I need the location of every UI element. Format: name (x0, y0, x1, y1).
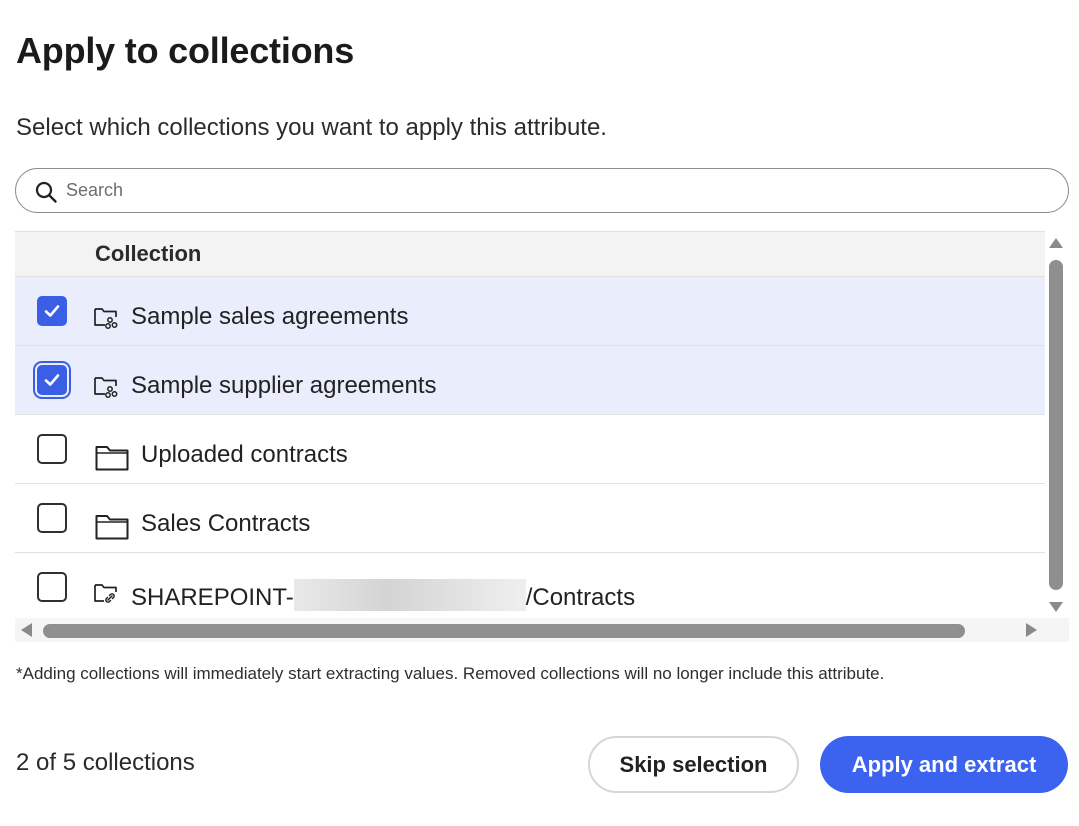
table-row[interactable]: Sample supplier agreements (15, 346, 1045, 415)
selection-count: 2 of 5 collections (16, 749, 195, 776)
row-label: SHAREPOINT- /Contracts (131, 579, 635, 612)
vertical-scroll-thumb[interactable] (1049, 260, 1063, 590)
dialog-subtitle: Select which collections you want to app… (16, 114, 607, 141)
row-checkbox[interactable] (37, 365, 67, 395)
apply-and-extract-button[interactable]: Apply and extract (820, 736, 1068, 793)
row-label: Sales Contracts (141, 510, 311, 537)
row-label-prefix: SHAREPOINT- (131, 584, 294, 611)
row-label: Sample supplier agreements (131, 372, 437, 399)
row-label-suffix: /Contracts (525, 584, 636, 611)
skip-selection-button[interactable]: Skip selection (588, 736, 799, 793)
search-field[interactable] (15, 168, 1069, 213)
horizontal-scrollbar[interactable] (15, 618, 1069, 642)
scroll-right-arrow-icon[interactable] (1026, 623, 1037, 637)
search-icon (34, 180, 58, 204)
row-checkbox[interactable] (37, 296, 67, 326)
column-header-collection: Collection (95, 241, 202, 266)
shared-folder-icon (93, 374, 119, 403)
extraction-note: *Adding collections will immediately sta… (16, 664, 885, 683)
folder-icon (95, 514, 129, 545)
scroll-up-arrow-icon[interactable] (1049, 238, 1063, 248)
collections-table: Collection Sample sales agreements Sampl… (15, 231, 1069, 642)
table-body: Sample sales agreements Sample supplier … (15, 277, 1045, 622)
row-label: Sample sales agreements (131, 303, 409, 330)
table-row[interactable]: Sales Contracts (15, 484, 1045, 553)
table-row[interactable]: Sample sales agreements (15, 277, 1045, 346)
row-checkbox[interactable] (37, 572, 67, 602)
dialog-title: Apply to collections (16, 30, 355, 71)
scroll-left-arrow-icon[interactable] (21, 623, 32, 637)
row-checkbox[interactable] (37, 503, 67, 533)
row-checkbox[interactable] (37, 434, 67, 464)
table-row[interactable]: Uploaded contracts (15, 415, 1045, 484)
shared-folder-icon (93, 305, 119, 334)
folder-icon (95, 445, 129, 476)
row-label: Uploaded contracts (141, 441, 348, 468)
redacted-region (293, 579, 526, 611)
scroll-down-arrow-icon[interactable] (1049, 602, 1063, 612)
table-header: Collection (15, 231, 1045, 277)
table-row[interactable]: SHAREPOINT- /Contracts (15, 553, 1045, 622)
vertical-scrollbar[interactable] (1045, 236, 1067, 614)
search-input[interactable] (66, 175, 1046, 206)
linked-folder-icon (93, 581, 119, 610)
horizontal-scroll-thumb[interactable] (43, 624, 965, 638)
